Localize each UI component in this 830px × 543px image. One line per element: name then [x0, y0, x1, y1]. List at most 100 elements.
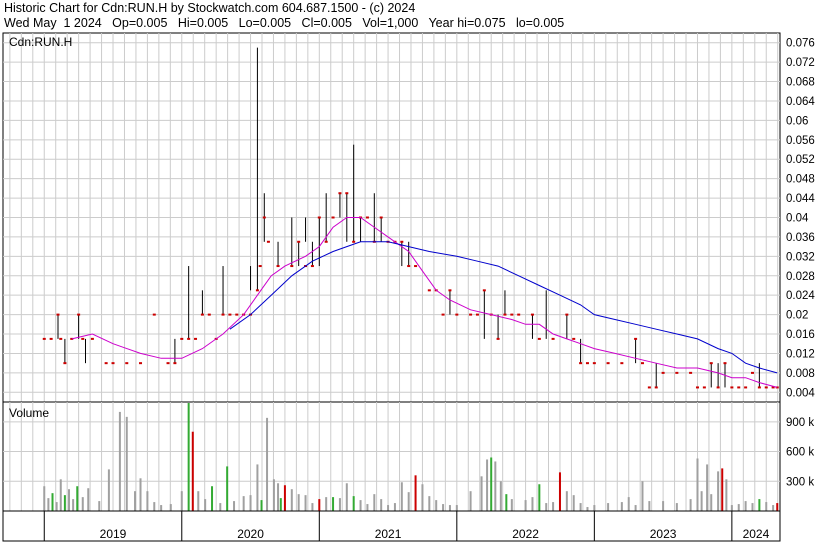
- volume-bar: [490, 457, 493, 511]
- price-close-tick: [352, 240, 356, 243]
- price-tick-label: 0.052: [786, 154, 815, 166]
- volume-bar: [72, 499, 75, 511]
- volume-bar: [187, 403, 190, 511]
- price-close-tick: [152, 313, 156, 316]
- volume-bar: [146, 491, 149, 511]
- price-close-tick: [194, 337, 198, 340]
- volume-bar: [279, 498, 282, 511]
- price-close-tick: [750, 371, 754, 374]
- volume-bar: [311, 503, 314, 511]
- volume-bar: [641, 481, 644, 511]
- price-close-tick: [104, 362, 108, 365]
- price-close-tick: [345, 192, 349, 195]
- price-close-tick: [716, 386, 720, 389]
- volume-bar: [480, 476, 483, 511]
- price-close-tick: [427, 289, 431, 292]
- volume-bar: [277, 483, 280, 511]
- price-close-tick: [661, 371, 665, 374]
- price-close-tick: [324, 240, 328, 243]
- volume-bar: [494, 461, 497, 511]
- price-tick-label: 0.004: [786, 387, 815, 399]
- price-close-tick: [517, 313, 521, 316]
- volume-bar: [87, 488, 90, 511]
- volume-bar: [191, 431, 194, 511]
- volume-bar: [153, 502, 156, 511]
- price-close-tick: [702, 386, 706, 389]
- volume-bar: [744, 501, 747, 511]
- volume-bar: [373, 494, 376, 511]
- price-close-tick: [139, 362, 143, 365]
- volume-bar: [81, 497, 84, 511]
- price-close-tick: [640, 362, 644, 365]
- volume-bar: [393, 503, 396, 511]
- volume-bar: [538, 484, 541, 511]
- volume-tick-label: 600 k: [786, 447, 814, 459]
- price-close-tick: [221, 313, 225, 316]
- volume-bar: [47, 498, 50, 511]
- volume-bar: [648, 501, 651, 511]
- volume-bar: [499, 481, 502, 511]
- volume-bar: [366, 504, 369, 511]
- price-close-tick: [620, 362, 624, 365]
- volume-bar: [325, 497, 328, 511]
- volume-bar: [160, 505, 163, 511]
- volume-bar: [233, 501, 236, 511]
- price-close-tick: [503, 313, 507, 316]
- price-close-tick: [200, 313, 204, 316]
- volume-bar: [435, 500, 438, 511]
- price-close-tick: [173, 362, 177, 365]
- volume-bar: [696, 458, 699, 511]
- volume-bar: [134, 491, 137, 511]
- volume-bar: [359, 500, 362, 511]
- volume-bar: [510, 499, 513, 511]
- price-close-tick: [59, 337, 63, 340]
- year-label: 2022: [512, 527, 539, 541]
- price-tick-label: 0.008: [786, 368, 815, 380]
- price-close-tick: [585, 362, 589, 365]
- price-close-tick: [565, 313, 569, 316]
- volume-bar: [272, 479, 275, 511]
- volume-bar: [180, 491, 183, 511]
- price-close-tick: [689, 371, 693, 374]
- price-close-tick: [530, 313, 534, 316]
- volume-bar: [524, 500, 527, 511]
- volume-bar: [43, 486, 46, 511]
- price-close-tick: [331, 216, 335, 219]
- volume-bar: [717, 471, 720, 511]
- volume-bar: [586, 507, 589, 511]
- volume-bar: [689, 499, 692, 511]
- price-close-tick: [255, 289, 259, 292]
- price-tick-label: 0.072: [786, 57, 815, 69]
- price-close-tick: [180, 337, 184, 340]
- volume-bar: [59, 479, 62, 511]
- price-close-tick: [258, 265, 262, 268]
- volume-bar: [593, 505, 596, 511]
- price-close-tick: [414, 265, 418, 268]
- volume-bar: [758, 499, 761, 511]
- price-tick-label: 0.032: [786, 251, 815, 263]
- price-close-tick: [365, 216, 369, 219]
- price-close-tick: [338, 192, 342, 195]
- price-close-tick: [441, 313, 445, 316]
- year-label: 2019: [100, 527, 127, 541]
- volume-bar: [772, 505, 775, 511]
- volume-bar: [387, 505, 390, 511]
- volume-bar: [211, 486, 214, 511]
- volume-bar: [627, 497, 630, 511]
- price-close-tick: [475, 313, 479, 316]
- volume-bar: [242, 496, 245, 511]
- volume-bar: [442, 504, 445, 511]
- price-close-tick: [297, 240, 301, 243]
- volume-bar: [414, 475, 417, 511]
- volume-tick-label: 900 k: [786, 417, 814, 429]
- volume-bar: [266, 417, 269, 511]
- price-tick-label: 0.016: [786, 329, 815, 341]
- price-close-tick: [407, 265, 411, 268]
- price-close-tick: [310, 265, 314, 268]
- price-close-tick: [228, 313, 232, 316]
- volume-bar: [469, 491, 472, 511]
- price-close-tick: [207, 313, 211, 316]
- volume-bar: [290, 489, 293, 511]
- price-close-tick: [592, 362, 596, 365]
- price-tick-label: 0.024: [786, 290, 815, 302]
